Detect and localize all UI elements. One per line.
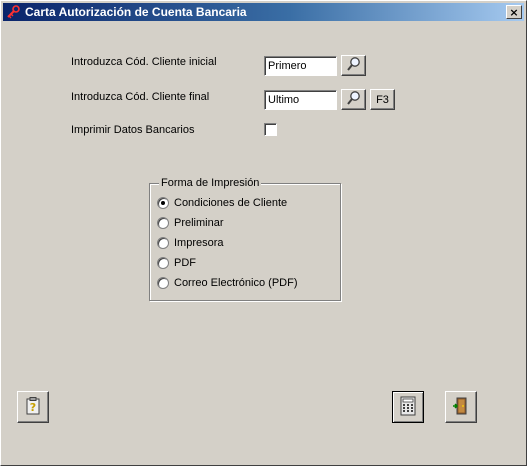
cliente-inicial-label: Introduzca Cód. Cliente inicial [71,56,217,68]
radio-option-correo[interactable]: Correo Electrónico (PDF) [157,275,297,291]
f3-label: F3 [376,93,389,106]
radio-option-pdf[interactable]: PDF [157,255,196,271]
radio-label: PDF [174,257,196,269]
radio-button[interactable] [157,237,169,249]
help-clipboard-icon: ? [23,396,43,419]
radio-label: Correo Electrónico (PDF) [174,277,298,289]
close-button[interactable]: × [506,5,522,19]
radio-label: Preliminar [174,217,224,229]
cliente-inicial-lookup-button[interactable] [341,55,366,76]
radio-option-condiciones[interactable]: Condiciones de Cliente [157,195,287,211]
f3-button[interactable]: F3 [370,89,395,110]
exit-button[interactable] [445,391,477,423]
help-button[interactable]: ? [17,391,49,423]
cliente-final-label: Introduzca Cód. Cliente final [71,91,210,103]
radio-button[interactable] [157,257,169,269]
window-title: Carta Autorización de Cuenta Bancaria [25,5,247,19]
imprimir-datos-label: Imprimir Datos Bancarios [71,124,195,136]
imprimir-datos-checkbox[interactable] [264,123,277,136]
dialog-window: Carta Autorización de Cuenta Bancaria × … [0,0,527,466]
exit-door-icon [451,396,471,419]
app-key-icon [5,4,21,20]
radio-label: Condiciones de Cliente [174,197,288,209]
svg-text:?: ? [30,401,36,414]
radio-option-impresora[interactable]: Impresora [157,235,224,251]
radio-button[interactable] [157,197,169,209]
magnifier-icon [346,90,362,109]
radio-option-preliminar[interactable]: Preliminar [157,215,224,231]
cliente-final-lookup-button[interactable] [341,89,366,110]
cliente-final-input[interactable]: Ultimo [264,90,337,110]
close-icon: × [509,5,519,19]
calculator-button[interactable] [392,391,424,423]
forma-impresion-legend: Forma de Impresión [159,177,262,189]
radio-button[interactable] [157,217,169,229]
magnifier-icon [346,56,362,75]
cliente-inicial-input[interactable]: Primero [264,56,337,76]
title-bar[interactable]: Carta Autorización de Cuenta Bancaria × [3,3,524,21]
calculator-icon [399,396,417,419]
radio-label: Impresora [174,237,224,249]
radio-button[interactable] [157,277,169,289]
